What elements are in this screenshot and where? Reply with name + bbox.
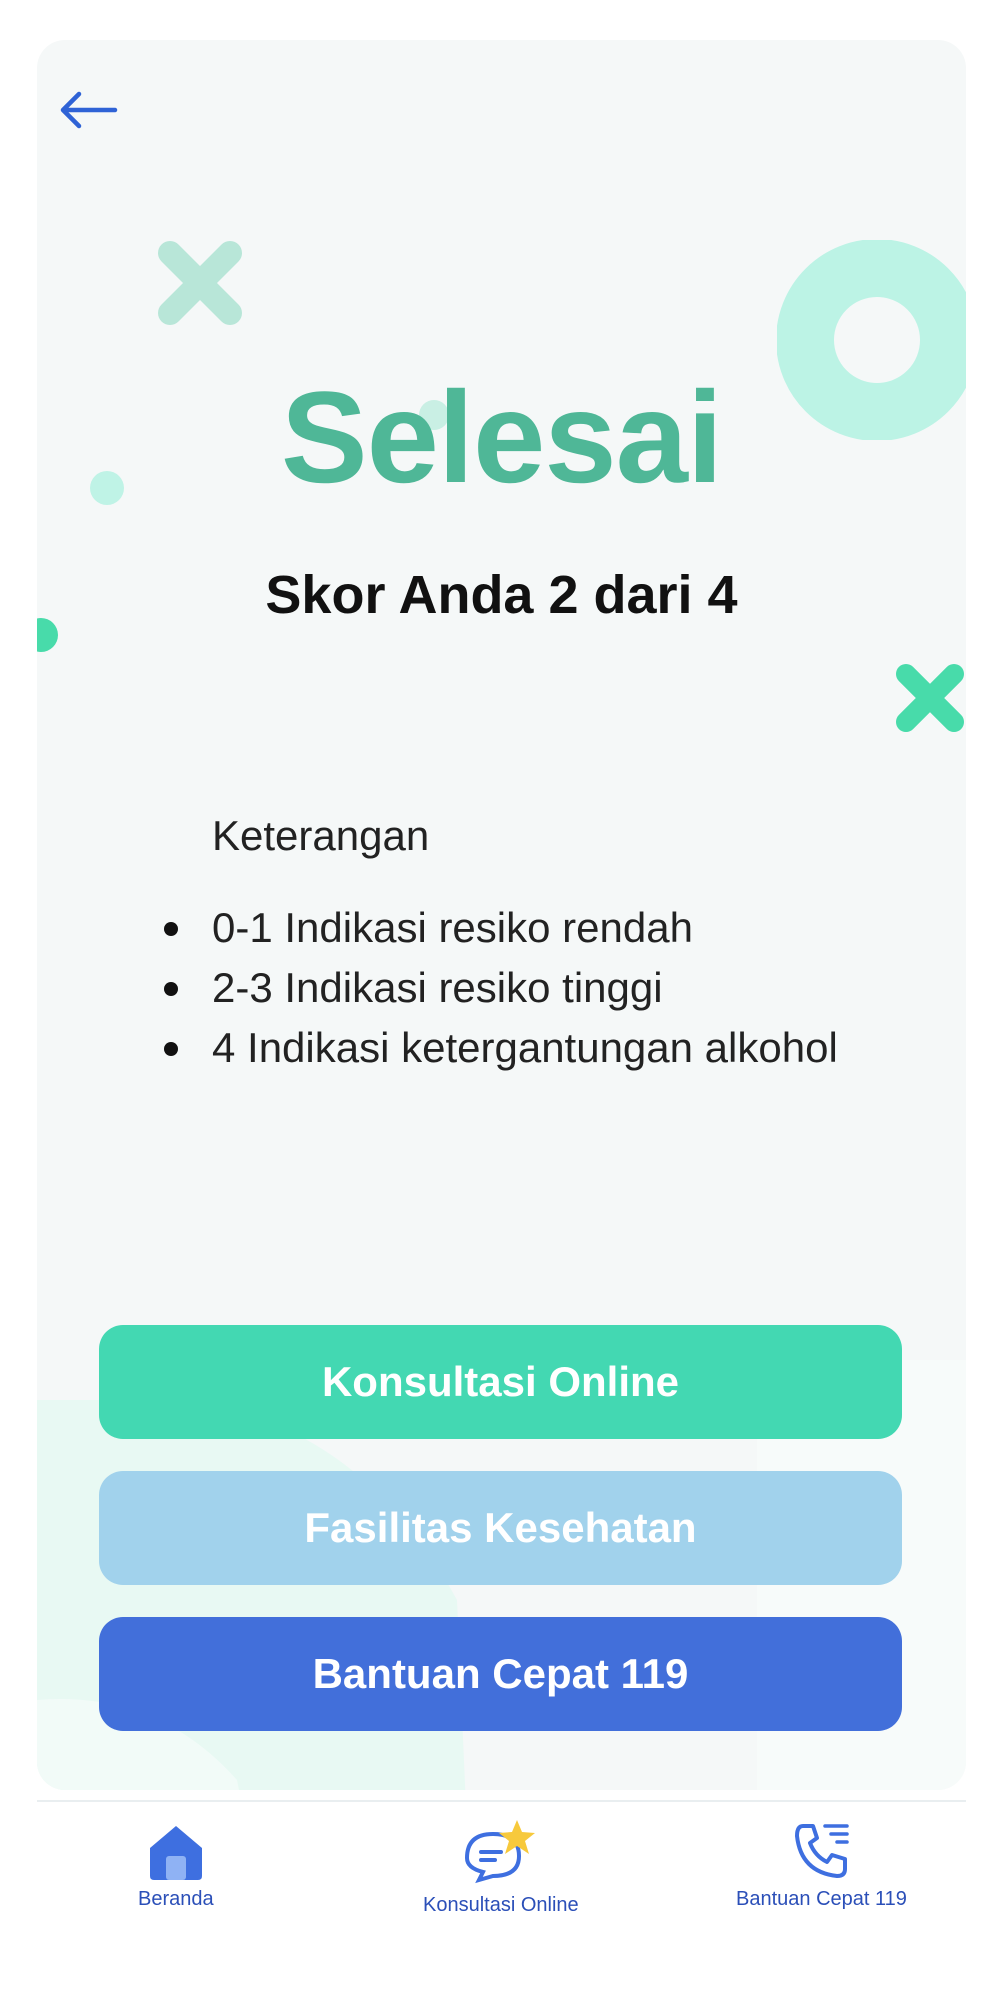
page-title: Selesai xyxy=(280,364,723,510)
bottom-nav-divider xyxy=(37,1800,966,1802)
nav-label-konsultasi: Konsultasi Online xyxy=(423,1894,579,1916)
back-button[interactable] xyxy=(55,90,119,130)
legend-item: 0-1 Indikasi resiko rendah xyxy=(164,898,838,958)
legend-item: 4 Indikasi ketergantungan alkohol xyxy=(164,1018,838,1078)
chat-icon xyxy=(464,1820,535,1884)
legend-label: Keterangan xyxy=(212,812,430,859)
nav-item-beranda[interactable]: Beranda xyxy=(138,1818,214,1911)
home-icon xyxy=(149,1826,202,1880)
score-text: Skor Anda 2 dari 4 xyxy=(265,565,738,625)
nav-label-beranda: Beranda xyxy=(138,1888,214,1910)
phone-icon xyxy=(795,1824,850,1878)
nav-item-konsultasi[interactable]: Konsultasi Online xyxy=(423,1818,579,1917)
cross-decoration-icon xyxy=(158,241,242,325)
legend-list: 0-1 Indikasi resiko rendah 2-3 Indikasi … xyxy=(164,898,838,1078)
cross-green-decoration-icon xyxy=(896,664,964,732)
result-screen: Selesai Skor Anda 2 dari 4 Keterangan 0-… xyxy=(37,40,966,1790)
nav-item-bantuan[interactable]: Bantuan Cepat 119 xyxy=(736,1818,907,1911)
fasilitas-kesehatan-button[interactable]: Fasilitas Kesehatan xyxy=(99,1471,902,1585)
konsultasi-online-button[interactable]: Konsultasi Online xyxy=(99,1325,902,1439)
legend-item: 2-3 Indikasi resiko tinggi xyxy=(164,958,838,1018)
arrow-left-icon xyxy=(60,91,118,129)
bantuan-cepat-button[interactable]: Bantuan Cepat 119 xyxy=(99,1617,902,1731)
nav-label-bantuan: Bantuan Cepat 119 xyxy=(736,1888,907,1910)
